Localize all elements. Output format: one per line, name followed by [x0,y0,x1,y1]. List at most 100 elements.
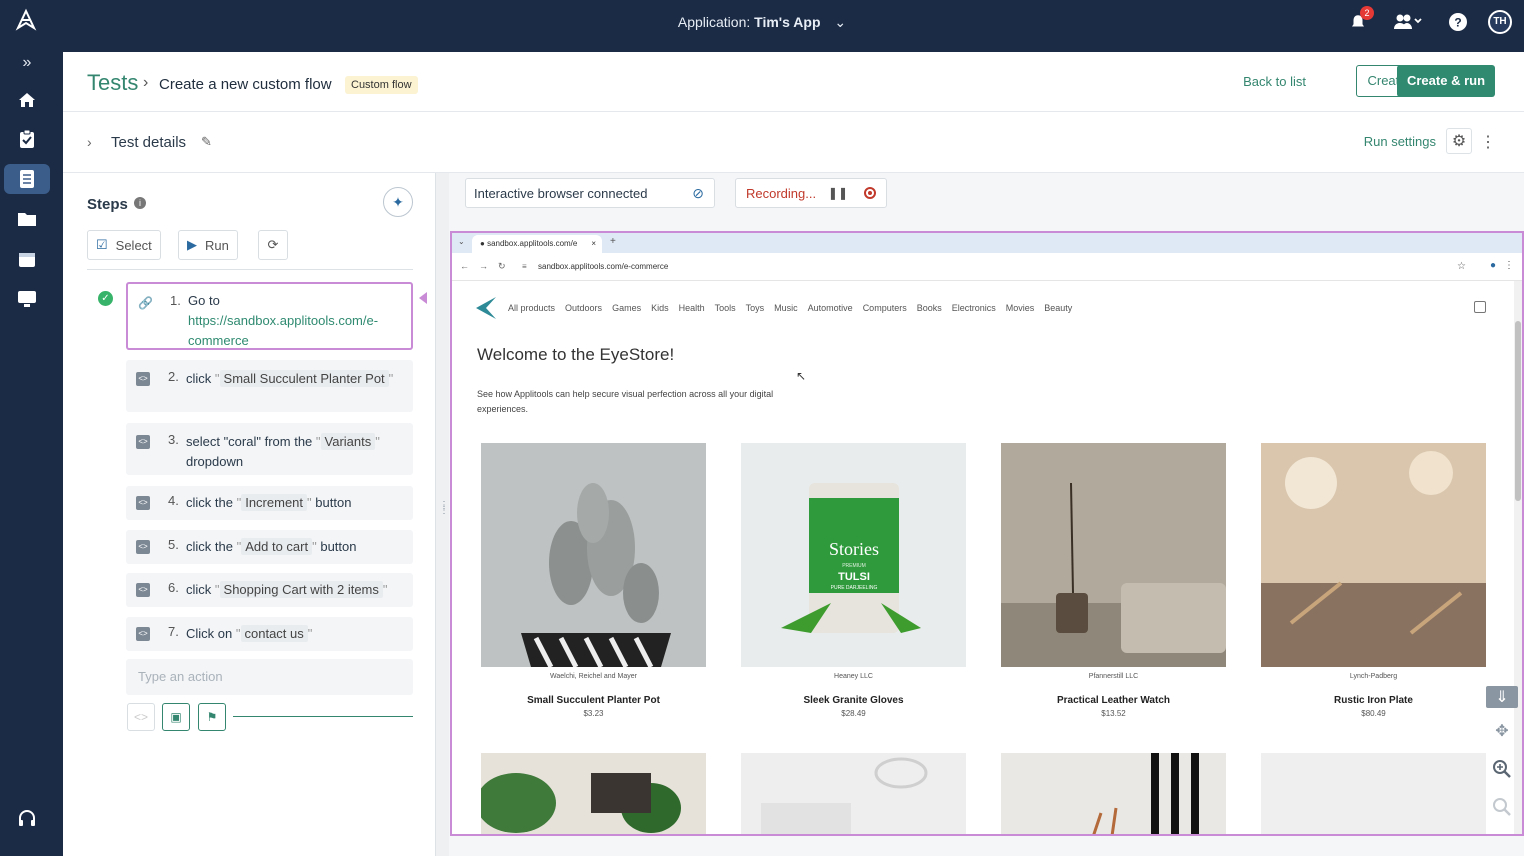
cart-icon[interactable] [1474,301,1486,313]
run-settings-link[interactable]: Run settings [1364,134,1436,149]
drag-handle-icon[interactable]: ⋮ ⋮ [439,501,449,516]
nav-link[interactable]: Tools [715,303,736,313]
new-tab-icon[interactable]: + [610,236,616,247]
eyestore-logo-icon[interactable] [474,295,498,321]
browser-menu-icon[interactable]: ⋮ [1504,260,1514,271]
close-tab-icon[interactable]: × [591,239,596,248]
bag-name-text: TULSI [838,571,870,583]
step-action: click the [186,539,233,554]
nav-link[interactable]: Outdoors [565,303,602,313]
flag-icon[interactable]: ⚑ [198,703,226,731]
nav-link[interactable]: Movies [1006,303,1035,313]
collapse-down-icon[interactable]: ⇓ [1486,686,1518,708]
bell-icon[interactable]: 2 [1346,6,1374,34]
help-icon[interactable]: ? [1446,10,1470,34]
product-image-plants[interactable] [481,753,706,834]
product-name[interactable]: Small Succulent Planter Pot [481,695,706,706]
panel-splitter[interactable]: ⋮ ⋮ [435,173,449,856]
browser-nav-icons[interactable]: ←→↻ [460,261,516,272]
product-card[interactable]: Waelchi, Reichel and Mayer Small Succule… [481,443,706,718]
product-name[interactable]: Sleek Granite Gloves [741,695,966,706]
step-item-2[interactable]: <> 2. click " Small Succulent Planter Pot… [126,360,413,412]
nav-link[interactable]: Computers [863,303,907,313]
site-info-icon[interactable]: ≡ [522,262,527,271]
step-url[interactable]: https://sandbox.applitools.com/e-commerc… [188,313,378,348]
home-icon[interactable] [4,85,50,115]
product-name[interactable]: Rustic Iron Plate [1261,695,1486,706]
more-options-icon[interactable]: ⋮ [1480,132,1496,152]
step-marker [61,292,427,304]
nav-link[interactable]: Books [917,303,942,313]
image-icon[interactable]: ▣ [162,703,190,731]
select-button[interactable]: ☑ Select [87,230,161,260]
browser-tab[interactable]: ● sandbox.applitools.com/e × [472,235,602,253]
support-headset-icon[interactable] [4,804,50,834]
product-image-glasses[interactable] [741,753,966,834]
expand-chevron-icon[interactable]: › [87,134,92,150]
visibility-off-icon[interactable]: ⊘ [692,185,704,202]
bag-brand-text: Stories [829,539,879,559]
star-icon[interactable]: ☆ [1457,261,1466,272]
ai-assist-sparkle-icon[interactable]: ✦ [383,187,413,217]
step-number: 2. [168,369,179,384]
product-card[interactable]: Stories PREMIUM TULSI PURE DARJEELING He… [741,443,966,718]
scrollbar-thumb[interactable] [1515,321,1521,501]
product-vendor: Heaney LLC [834,673,873,680]
monitor-icon[interactable] [4,284,50,314]
test-details-label[interactable]: Test details [111,134,186,151]
pencil-icon[interactable]: ✎ [201,134,212,150]
bag-flavor-text: PURE DARJEELING [831,585,878,591]
clipboard-check-icon[interactable] [4,124,50,154]
step-item-5[interactable]: <> 5. click the " Add to cart " button [126,530,413,564]
step-item-4[interactable]: <> 4. click the " Increment " button [126,486,413,520]
steps-title: Steps [87,196,128,213]
team-icon[interactable] [1388,10,1428,34]
step-item-7[interactable]: <> 7. Click on " contact us " [126,617,413,651]
product-image-cactus [481,443,706,667]
zoom-in-icon[interactable] [1486,754,1518,784]
step-item-1[interactable]: 🔗 1. Go to https://sandbox.applitools.co… [126,282,413,350]
back-to-list-link[interactable]: Back to list [1243,74,1306,89]
product-card[interactable]: Pfannerstill LLC Practical Leather Watch… [1001,443,1226,718]
tab-list-chevron-icon[interactable]: ⌄ [458,237,465,246]
nav-link[interactable]: Toys [746,303,765,313]
code-step-icon[interactable]: <> [127,703,155,731]
create-and-run-button[interactable]: Create & run [1397,65,1495,97]
zoom-out-icon[interactable] [1486,792,1518,822]
type-action-input[interactable]: Type an action [126,659,413,695]
step-suffix: button [315,495,352,510]
gear-icon[interactable]: ⚙ [1446,128,1472,154]
expand-sidebar-icon[interactable]: » [4,48,50,78]
run-button-label: Run [205,237,229,253]
nav-link[interactable]: Beauty [1044,303,1072,313]
embedded-browser[interactable]: ⌄ ● sandbox.applitools.com/e × + ←→↻ ≡ s… [450,231,1524,836]
product-name[interactable]: Practical Leather Watch [1001,695,1226,706]
run-button[interactable]: ▶ Run [178,230,238,260]
pause-icon[interactable]: ❚❚ [828,186,848,200]
info-icon[interactable]: i [134,197,146,209]
product-image-blank[interactable] [1261,753,1486,834]
calendar-icon[interactable] [4,244,50,274]
nav-link[interactable]: Health [679,303,705,313]
folder-icon[interactable] [4,204,50,234]
nav-link[interactable]: Automotive [808,303,853,313]
product-image-decor[interactable] [1001,753,1226,834]
nav-link[interactable]: Music [774,303,798,313]
nav-link[interactable]: Kids [651,303,669,313]
breadcrumb-tests-link[interactable]: Tests [87,70,138,96]
address-url[interactable]: sandbox.applitools.com/e-commerce [538,262,668,271]
replay-icon[interactable]: ⟳ [258,230,288,260]
nav-link[interactable]: Electronics [952,303,996,313]
step-target: Shopping Cart with 2 items [219,581,383,598]
nav-link[interactable]: All products [508,303,555,313]
step-item-6[interactable]: <> 6. click " Shopping Cart with 2 items " [126,573,413,607]
tests-list-icon[interactable] [4,164,50,194]
nav-link[interactable]: Games [612,303,641,313]
move-icon[interactable]: ✥ [1486,716,1518,746]
user-avatar[interactable]: TH [1488,10,1512,34]
step-item-3[interactable]: <> 3. select "coral" from the " Variants "… [126,423,413,475]
record-icon[interactable] [864,187,876,199]
app-selector[interactable]: Application: Tim's App ⌄ [0,14,1524,31]
product-card[interactable]: Lynch-Padberg Rustic Iron Plate $80.49 [1261,443,1486,718]
profile-icon[interactable]: ● [1490,260,1496,271]
